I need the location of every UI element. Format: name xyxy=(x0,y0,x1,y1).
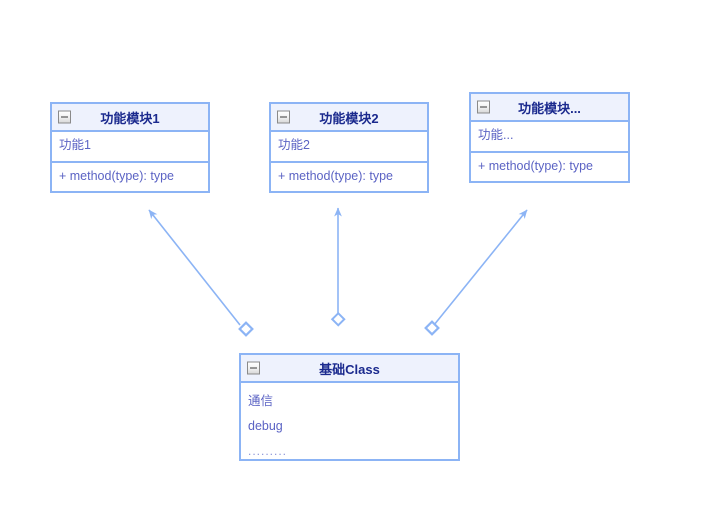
class-attribute: 功能1 xyxy=(59,138,91,152)
class-attribute: debug xyxy=(248,419,283,433)
class-header[interactable]: 功能模块... xyxy=(471,94,628,122)
class-attribute-ellipsis: ......... xyxy=(248,444,288,458)
class-attribute: 功能... xyxy=(478,128,514,142)
hollow-diamond-marker xyxy=(330,311,346,327)
class-box-module3[interactable]: 功能模块... 功能... + method(type): type xyxy=(469,92,630,183)
minus-square-icon[interactable] xyxy=(277,110,290,124)
class-attributes-section: 通信 debug ......... xyxy=(241,383,458,458)
class-title: 基础Class xyxy=(319,361,380,377)
class-box-module2[interactable]: 功能模块2 功能2 + method(type): type xyxy=(269,102,429,193)
class-attributes-section: 功能... xyxy=(471,122,628,151)
hollow-diamond-marker xyxy=(424,320,440,336)
connector-base-to-module1[interactable] xyxy=(148,209,254,337)
diagram-canvas: 功能模块1 功能1 + method(type): type 功能模块2 功能2… xyxy=(0,0,713,510)
class-title: 功能模块2 xyxy=(319,110,379,126)
hollow-diamond-marker xyxy=(238,321,254,337)
class-title: 功能模块1 xyxy=(100,110,160,126)
connector-base-to-module3[interactable] xyxy=(424,209,528,336)
class-attributes-section: 功能1 xyxy=(52,132,208,161)
class-methods-section: + method(type): type xyxy=(271,161,427,190)
class-box-base[interactable]: 基础Class 通信 debug ......... xyxy=(239,353,460,461)
minus-square-icon[interactable] xyxy=(477,100,490,114)
minus-square-icon[interactable] xyxy=(58,110,71,124)
minus-square-icon[interactable] xyxy=(247,361,260,375)
class-header[interactable]: 功能模块2 xyxy=(271,104,427,132)
class-header[interactable]: 基础Class xyxy=(241,355,458,383)
class-box-module1[interactable]: 功能模块1 功能1 + method(type): type xyxy=(50,102,210,193)
class-attribute: 功能2 xyxy=(278,138,310,152)
class-attributes-section: 功能2 xyxy=(271,132,427,161)
connector-base-to-module2[interactable] xyxy=(330,207,346,327)
class-method: + method(type): type xyxy=(278,169,393,183)
class-title: 功能模块... xyxy=(518,100,581,116)
class-method: + method(type): type xyxy=(59,169,174,183)
class-attribute: 通信 xyxy=(248,394,274,408)
class-header[interactable]: 功能模块1 xyxy=(52,104,208,132)
class-methods-section: + method(type): type xyxy=(52,161,208,190)
class-method: + method(type): type xyxy=(478,159,593,173)
class-methods-section: + method(type): type xyxy=(471,151,628,180)
